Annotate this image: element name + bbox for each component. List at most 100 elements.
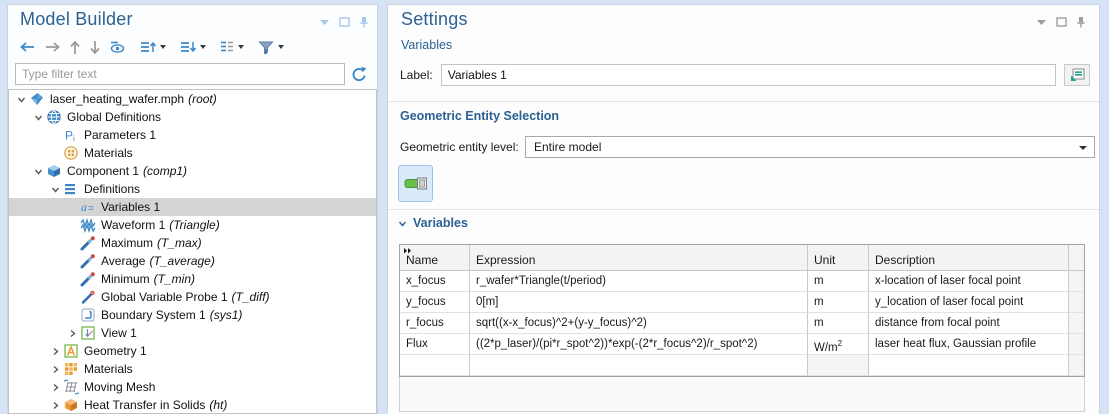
panel-menu-icon[interactable] xyxy=(319,17,330,27)
tree-item-boundary-system-1[interactable]: Boundary System 1(sys1) xyxy=(9,306,376,324)
heat-transfer-icon xyxy=(63,397,79,413)
refresh-icon[interactable] xyxy=(345,66,371,83)
node-label-button[interactable] xyxy=(217,36,247,58)
back-icon xyxy=(19,41,36,53)
tree-item-definitions[interactable]: Definitions xyxy=(9,180,376,198)
tree-item-geometry-1[interactable]: Geometry 1 xyxy=(9,342,376,360)
forward-icon xyxy=(44,41,61,53)
move-down-button[interactable] xyxy=(86,36,104,58)
tree-item-average[interactable]: Average(T_average) xyxy=(9,252,376,270)
view-icon xyxy=(80,325,96,341)
forward-button[interactable] xyxy=(41,36,64,58)
panel-menu-icon[interactable] xyxy=(1036,17,1047,27)
variables-table-empty-area[interactable] xyxy=(399,377,1085,412)
globe-icon xyxy=(46,109,62,125)
tree-item-parameters-1[interactable]: PiParameters 1 xyxy=(9,126,376,144)
filter-input[interactable] xyxy=(15,63,345,85)
cell-name-row2[interactable]: r_focus xyxy=(400,313,470,334)
cell-blank-row0 xyxy=(1069,271,1084,292)
cell-name-row3[interactable]: Flux xyxy=(400,334,470,355)
collapse-all-button[interactable] xyxy=(177,36,209,58)
boundary-system-icon xyxy=(80,307,96,323)
cell-name-row1[interactable]: y_focus xyxy=(400,292,470,313)
chevron-right-icon[interactable] xyxy=(64,329,80,338)
settings-window-controls xyxy=(1036,16,1086,28)
cell-name-row0[interactable]: x_focus xyxy=(400,271,470,292)
tree-item-materials[interactable]: Materials xyxy=(9,144,376,162)
section-separator xyxy=(388,209,1099,210)
chevron-right-icon[interactable] xyxy=(47,347,63,356)
pin-panel-icon[interactable] xyxy=(359,16,369,28)
tree-item-heat-transfer-in-solids[interactable]: Heat Transfer in Solids(ht) xyxy=(9,396,376,414)
model-builder-tree: laser_heating_wafer.mph(root)Global Defi… xyxy=(8,89,377,414)
dropdown-caret-icon xyxy=(1079,146,1087,150)
label-input[interactable] xyxy=(441,64,1056,86)
tree-item-variables-1[interactable]: a=Variables 1 xyxy=(9,198,376,216)
tree-item-global-definitions[interactable]: Global Definitions xyxy=(9,108,376,126)
expand-all-button[interactable] xyxy=(137,36,169,58)
tree-item-component-1[interactable]: Component 1(comp1) xyxy=(9,162,376,180)
component-icon xyxy=(46,163,62,179)
probe-icon xyxy=(80,271,96,287)
move-up-button[interactable] xyxy=(66,36,84,58)
cell-description-row4[interactable] xyxy=(869,355,1069,376)
selection-active-icon xyxy=(404,176,428,191)
cell-blank-row2 xyxy=(1069,313,1084,334)
column-header-unit[interactable]: Unit xyxy=(808,245,869,271)
cell-unit-row2[interactable]: m xyxy=(808,313,869,334)
collapse-all-icon xyxy=(180,40,196,54)
cell-description-row2[interactable]: distance from focal point xyxy=(869,313,1069,334)
chevron-down-icon[interactable] xyxy=(47,185,63,194)
back-button[interactable] xyxy=(16,36,39,58)
column-header-name[interactable]: Name xyxy=(400,245,470,271)
cell-unit-row0[interactable]: m xyxy=(808,271,869,292)
model-builder-panel: Model Builder laser_heating_wafer.mph(ro… xyxy=(7,4,378,414)
parameters-icon: Pi xyxy=(63,127,79,143)
chevron-down-icon[interactable] xyxy=(30,167,46,176)
cell-unit-row3[interactable]: W/m2 xyxy=(808,334,869,355)
chevron-right-icon[interactable] xyxy=(47,401,63,410)
cell-unit-row4[interactable] xyxy=(808,355,869,376)
cell-name-row4[interactable] xyxy=(400,355,470,376)
expand-all-icon xyxy=(140,40,156,54)
cell-expression-row0[interactable]: r_wafer*Triangle(t/period) xyxy=(470,271,808,292)
svg-text:a: a xyxy=(81,200,87,214)
chevron-down-icon[interactable] xyxy=(13,95,29,104)
chevron-down-icon xyxy=(398,219,407,228)
cell-description-row0[interactable]: x-location of laser focal point xyxy=(869,271,1069,292)
column-header-description[interactable]: Description xyxy=(869,245,1069,271)
tree-item-materials[interactable]: Materials xyxy=(9,360,376,378)
cell-description-row1[interactable]: y_location of laser focal point xyxy=(869,292,1069,313)
label-options-button[interactable] xyxy=(1064,64,1090,86)
column-header-expression[interactable]: Expression xyxy=(470,245,808,271)
materials-comp-icon xyxy=(63,361,79,377)
settings-title: Settings xyxy=(401,9,468,30)
active-selection-toggle-button[interactable] xyxy=(398,165,433,202)
tree-item-maximum[interactable]: Maximum(T_max) xyxy=(9,234,376,252)
cell-unit-row1[interactable]: m xyxy=(808,292,869,313)
variables-section-header[interactable]: Variables xyxy=(398,216,468,230)
show-button[interactable] xyxy=(106,36,129,58)
chevron-right-icon[interactable] xyxy=(47,383,63,392)
tree-item-laser-heating-wafer-mph[interactable]: laser_heating_wafer.mph(root) xyxy=(9,90,376,108)
tree-item-view-1[interactable]: View 1 xyxy=(9,324,376,342)
cell-description-row3[interactable]: laser heat flux, Gaussian profile xyxy=(869,334,1069,355)
chevron-down-icon[interactable] xyxy=(30,113,46,122)
cell-expression-row3[interactable]: ((2*p_laser)/(pi*r_spot^2))*exp(-(2*r_fo… xyxy=(470,334,808,355)
chevron-right-icon[interactable] xyxy=(47,365,63,374)
model-builder-title: Model Builder xyxy=(20,9,133,30)
pin-panel-icon[interactable] xyxy=(1076,16,1086,28)
tree-item-global-variable-probe-1[interactable]: Global Variable Probe 1(T_diff) xyxy=(9,288,376,306)
cell-expression-row1[interactable]: 0[m] xyxy=(470,292,808,313)
float-panel-icon[interactable] xyxy=(1056,17,1067,27)
tree-item-minimum[interactable]: Minimum(T_min) xyxy=(9,270,376,288)
geometric-entity-level-label: Geometric entity level: xyxy=(400,140,519,154)
tree-item-waveform-1[interactable]: Waveform 1(Triangle) xyxy=(9,216,376,234)
cell-blank-row4 xyxy=(1069,355,1084,376)
float-panel-icon[interactable] xyxy=(339,17,350,27)
tree-item-moving-mesh[interactable]: Moving Mesh xyxy=(9,378,376,396)
cell-expression-row4[interactable] xyxy=(470,355,808,376)
filter-button[interactable] xyxy=(255,36,287,58)
geometric-entity-level-select[interactable]: Entire model xyxy=(525,136,1095,158)
cell-expression-row2[interactable]: sqrt((x-x_focus)^2+(y-y_focus)^2) xyxy=(470,313,808,334)
